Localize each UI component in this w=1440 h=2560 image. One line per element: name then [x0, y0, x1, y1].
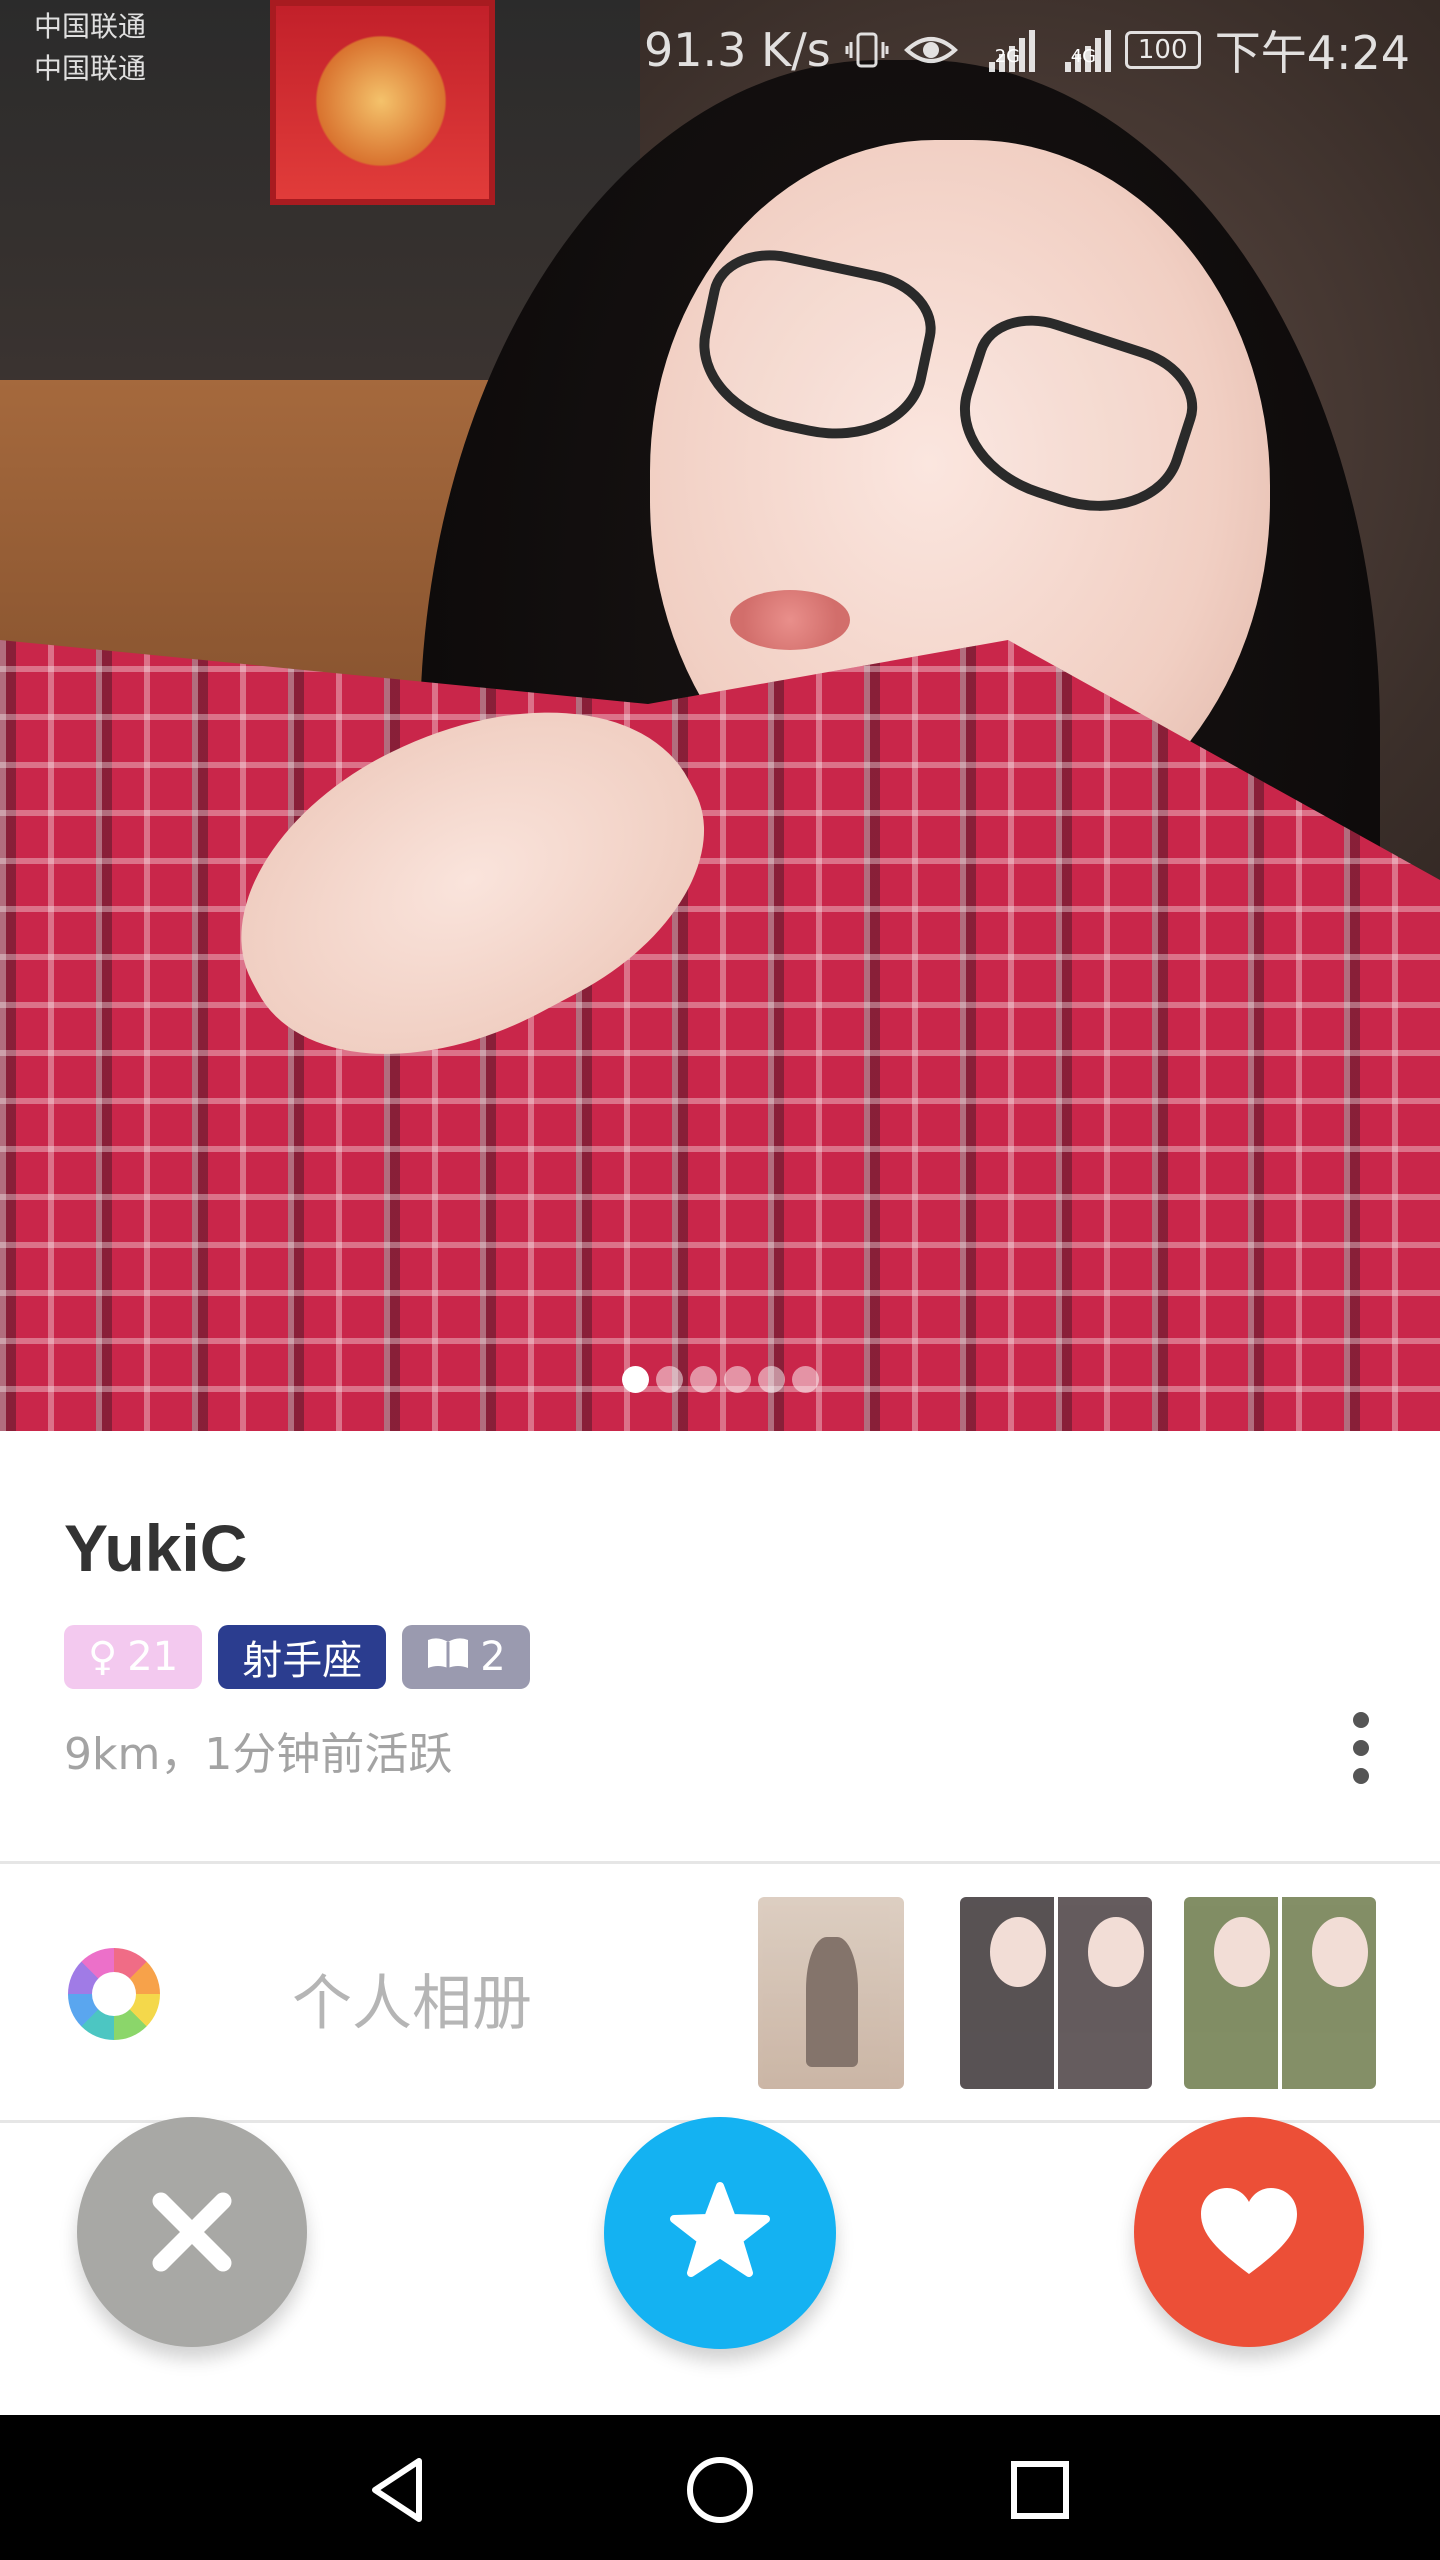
back-button[interactable] — [360, 2450, 440, 2530]
carrier-name-1: 中国联通 — [34, 10, 147, 43]
more-dot — [1353, 1740, 1369, 1756]
page-dot[interactable] — [723, 1366, 751, 1393]
network-speed: 91.3 K/s — [644, 23, 831, 77]
book-badge: 2 — [402, 1625, 530, 1689]
heart-icon — [1201, 2188, 1297, 2274]
album-thumbnail[interactable] — [1184, 1897, 1376, 2089]
profile-photo[interactable] — [0, 0, 1440, 1431]
battery-icon: 100 — [1124, 31, 1201, 69]
photo-lips — [730, 590, 850, 650]
signal-2g-icon: 2G — [988, 28, 1035, 72]
home-button[interactable] — [680, 2450, 760, 2530]
dislike-button[interactable] — [77, 2117, 307, 2347]
album-thumbnail[interactable] — [960, 1897, 1152, 2089]
distance-activity: 9km，1分钟前活跃 — [64, 1729, 453, 1780]
profile-name: YukiC — [64, 1511, 248, 1585]
page-dot[interactable] — [621, 1366, 649, 1393]
eye-icon — [903, 25, 959, 75]
carrier-name-2: 中国联通 — [34, 52, 147, 85]
section-divider — [0, 1861, 1440, 1864]
book-icon — [426, 1634, 470, 1680]
more-dot — [1353, 1712, 1369, 1728]
album-thumbnail[interactable] — [758, 1897, 904, 2089]
age-value: 21 — [127, 1634, 179, 1680]
star-icon — [670, 2182, 770, 2277]
back-triangle-icon — [372, 2458, 422, 2522]
zodiac-badge: 射手座 — [218, 1625, 387, 1689]
female-icon: ♀ — [88, 1634, 118, 1680]
album-label[interactable]: 个人相册 — [292, 1955, 532, 2042]
page-dot[interactable] — [689, 1366, 717, 1393]
superlike-button[interactable] — [604, 2117, 836, 2349]
signal-4g-icon: 4G — [1064, 28, 1111, 72]
more-options-button[interactable] — [1346, 1712, 1376, 1784]
profile-tags: ♀ 21 射手座 2 — [64, 1625, 530, 1689]
status-bar: 中国联通 中国联通 91.3 K/s 2G 4G 100 下午4:24 — [0, 0, 1440, 100]
gender-age-badge: ♀ 21 — [64, 1625, 203, 1689]
book-count: 2 — [480, 1634, 506, 1680]
page-dot[interactable] — [757, 1366, 785, 1393]
clock: 下午4:24 — [1214, 26, 1410, 80]
like-button[interactable] — [1134, 2117, 1364, 2347]
system-nav-bar — [0, 2415, 1440, 2560]
close-icon — [152, 2192, 232, 2272]
photo-page-indicator — [0, 1366, 1440, 1393]
page-dot[interactable] — [655, 1366, 683, 1393]
recent-square-icon — [1011, 2461, 1069, 2519]
status-indicators: 91.3 K/s 2G 4G 100 下午4:24 — [644, 18, 1410, 82]
home-circle-icon — [687, 2457, 753, 2523]
album-icon — [68, 1948, 160, 2040]
zodiac-value: 射手座 — [242, 1638, 363, 1684]
vibrate-icon — [845, 25, 889, 75]
more-dot — [1353, 1768, 1369, 1784]
page-dot[interactable] — [791, 1366, 819, 1393]
recent-apps-button[interactable] — [1000, 2450, 1080, 2530]
